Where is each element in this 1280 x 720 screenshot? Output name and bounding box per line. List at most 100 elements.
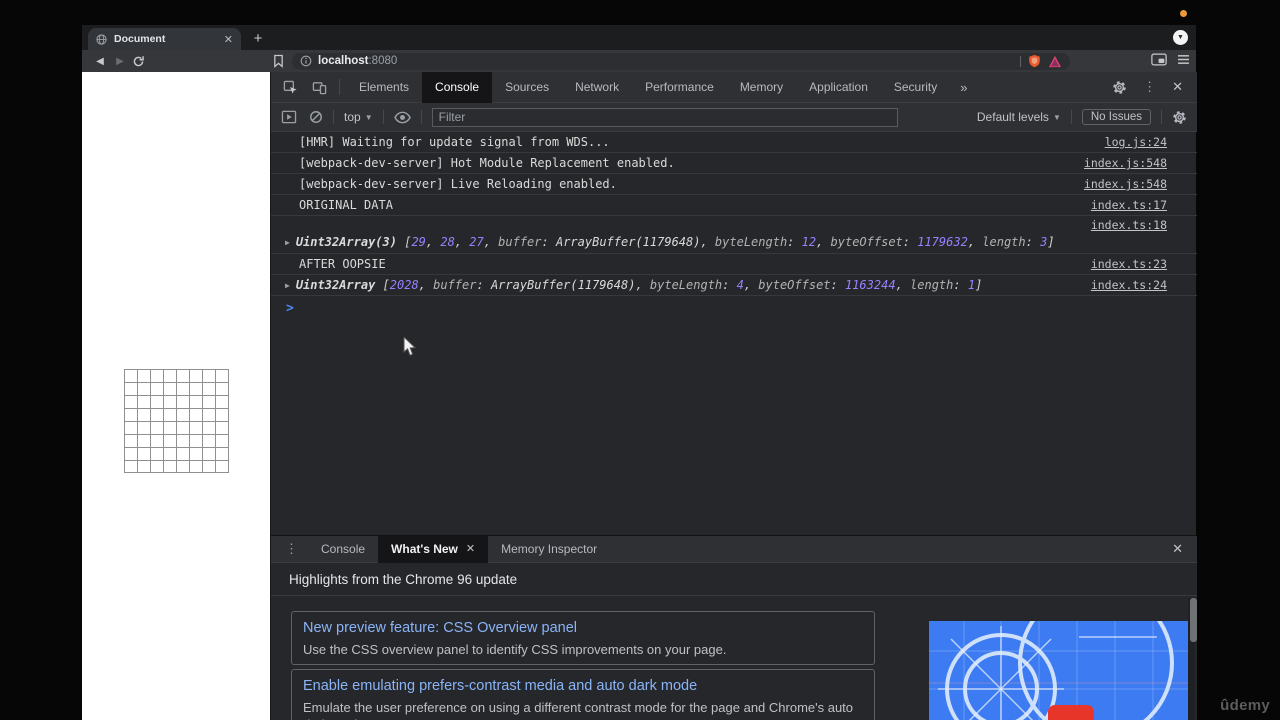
console-log-row: [HMR] Waiting for update signal from WDS… [271,132,1197,153]
whats-new-heading: Highlights from the Chrome 96 update [289,571,518,587]
clear-console-icon[interactable] [309,110,323,124]
recording-indicator-dot [1180,10,1187,17]
warning-triangle-extension-icon[interactable] [1048,55,1062,68]
devtools-close-icon[interactable]: ✕ [1172,79,1183,95]
source-link[interactable]: index.js:548 [1068,156,1167,170]
back-button[interactable]: ◀ [90,56,110,67]
drawer-tab-console[interactable]: Console [308,536,378,563]
live-expression-eye-icon[interactable] [393,111,411,124]
tab-sources[interactable]: Sources [492,72,562,103]
more-tabs-icon[interactable]: » [950,80,977,95]
settings-gear-icon[interactable] [1112,80,1127,95]
new-tab-button[interactable]: + [248,29,268,49]
console-sidebar-icon[interactable] [281,110,297,124]
drawer-tab-memory-inspector[interactable]: Memory Inspector [488,536,610,563]
feature-link[interactable]: New preview feature: CSS Overview panel [303,620,863,636]
console-log-row: AFTER OOPSIE index.ts:23 [271,254,1197,275]
source-link[interactable]: index.ts:24 [1075,278,1167,292]
expand-arrow-icon[interactable]: ▶ [285,238,290,247]
udemy-watermark: ûdemy [1220,697,1270,714]
reload-button[interactable] [132,55,152,68]
browser-tab-strip: Document ✕ + ▼ [82,25,1196,50]
feature-description: Use the CSS overview panel to identify C… [303,642,727,657]
console-messages: [HMR] Waiting for update signal from WDS… [271,132,1197,320]
mouse-cursor [403,337,417,357]
devtools-tab-bar: Elements Console Sources Network Perform… [271,71,1197,103]
bookmark-icon[interactable] [273,54,284,68]
console-log-row: ORIGINAL DATA index.ts:17 [271,195,1197,216]
divider [1161,110,1162,124]
source-link[interactable]: index.js:548 [1068,177,1167,191]
inspect-element-icon[interactable] [283,80,298,95]
context-selector[interactable]: top [344,110,361,124]
console-prompt-icon: > [286,300,294,316]
log-text: ORIGINAL DATA [299,198,393,212]
divider [1070,110,1072,124]
favicon-globe-icon [96,33,107,45]
devtools-drawer: ⋮ Console What's New ✕ Memory Inspector … [271,535,1197,720]
console-object-row: index.ts:18 ▶ Uint32Array(3) [29, 28, 27… [271,216,1197,254]
log-levels-selector[interactable]: Default levels [977,110,1049,124]
expand-arrow-icon[interactable]: ▶ [285,281,290,290]
scrollbar-thumb[interactable] [1190,598,1197,642]
console-log-row: [webpack-dev-server] Hot Module Replacem… [271,153,1197,174]
chrome-blueprint-image [929,621,1188,720]
site-info-icon[interactable] [300,55,312,67]
tab-search-button[interactable]: ▼ [1173,30,1188,45]
object-preview[interactable]: Uint32Array(3) [29, 28, 27, buffer: Arra… [296,235,1055,249]
drawer-tab-bar: ⋮ Console What's New ✕ Memory Inspector … [271,535,1197,563]
source-link[interactable]: index.ts:18 [1075,218,1167,235]
source-link[interactable]: log.js:24 [1089,135,1167,149]
device-toolbar-icon[interactable] [312,80,327,95]
console-log-row: [webpack-dev-server] Live Reloading enab… [271,174,1197,195]
tab-performance[interactable]: Performance [632,72,727,103]
whats-new-header: Highlights from the Chrome 96 update [271,563,1197,596]
log-text: [webpack-dev-server] Hot Module Replacem… [299,156,675,170]
canvas-grid-drawing [124,369,229,473]
tab-elements[interactable]: Elements [346,72,422,103]
whats-new-card: New preview feature: CSS Overview panel … [291,611,875,665]
feature-link[interactable]: Enable emulating prefers-contrast media … [303,678,863,694]
divider [420,110,422,124]
drawer-close-icon[interactable]: ✕ [1172,541,1197,557]
drawer-menu-icon[interactable]: ⋮ [271,541,308,557]
devtools-panel: Elements Console Sources Network Perform… [270,71,1197,720]
drawer-tab-whats-new[interactable]: What's New ✕ [378,535,489,563]
screenshot-stage: Document ✕ + ▼ ◀ ▶ localhost:8080 Eleme… [0,0,1280,720]
divider [1020,55,1021,67]
tab-application[interactable]: Application [796,72,881,103]
address-bar[interactable]: localhost:8080 [292,52,1070,70]
log-text: AFTER OOPSIE [299,257,386,271]
browser-menu-icon[interactable] [1177,54,1190,65]
forward-button[interactable]: ▶ [110,56,130,67]
tab-close-icon[interactable]: ✕ [224,33,233,46]
chevron-down-icon: ▼ [1177,34,1184,41]
log-text: [webpack-dev-server] Live Reloading enab… [299,177,617,191]
chevron-down-icon: ▼ [1052,112,1061,122]
tab-network[interactable]: Network [562,72,632,103]
shield-extension-icon[interactable] [1028,54,1041,68]
tab-close-icon[interactable]: ✕ [466,536,475,563]
chevron-down-icon: ▼ [364,112,373,122]
url-port: :8080 [368,55,398,67]
whats-new-card: Enable emulating prefers-contrast media … [291,669,875,720]
tab-console[interactable]: Console [422,71,493,103]
tab-security[interactable]: Security [881,72,950,103]
divider [333,110,334,124]
drawer-tab-label: What's New [391,541,458,556]
source-link[interactable]: index.ts:17 [1075,198,1167,212]
log-text: [HMR] Waiting for update signal from WDS… [299,135,610,149]
browser-navbar: ◀ ▶ localhost:8080 [82,50,1196,72]
issues-counter[interactable]: No Issues [1081,109,1151,125]
object-preview[interactable]: Uint32Array [2028, buffer: ArrayBuffer(1… [296,278,982,292]
console-settings-gear-icon[interactable] [1172,110,1187,125]
devtools-menu-icon[interactable]: ⋮ [1143,79,1156,95]
console-toolbar: top ▼ Default levels ▼ No Issues [271,103,1197,132]
console-prompt[interactable]: > [271,296,1197,320]
browser-tab[interactable]: Document ✕ [88,28,241,50]
tab-memory[interactable]: Memory [727,72,796,103]
source-link[interactable]: index.ts:23 [1075,257,1167,271]
media-router-icon[interactable] [1151,53,1167,66]
page-viewport [82,72,270,720]
console-filter-input[interactable] [431,107,898,127]
